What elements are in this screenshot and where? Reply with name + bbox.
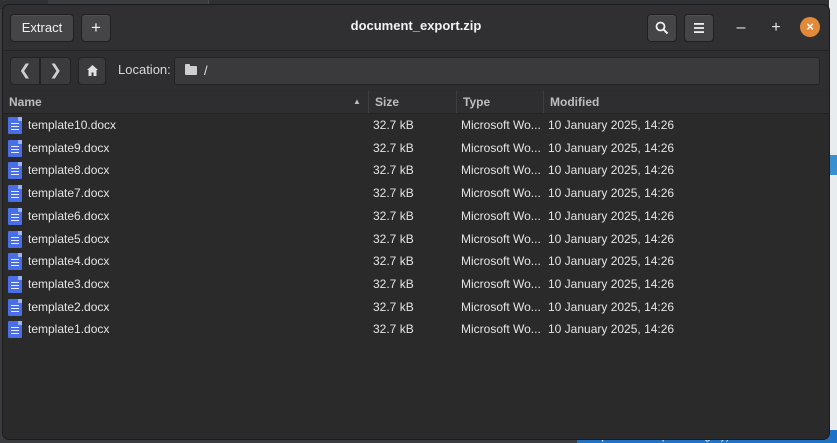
file-name: template7.docx xyxy=(28,186,110,201)
close-button[interactable]: × xyxy=(800,17,820,37)
file-type: Microsoft Wo... xyxy=(461,299,541,314)
menu-button[interactable] xyxy=(684,14,714,42)
document-icon xyxy=(8,253,22,271)
file-type: Microsoft Wo... xyxy=(461,231,541,246)
chevron-right-icon: ❯ xyxy=(49,62,62,79)
file-name: template9.docx xyxy=(28,140,110,155)
file-name: template2.docx xyxy=(28,299,110,314)
document-icon xyxy=(8,162,22,180)
column-size-header[interactable]: Size xyxy=(369,91,457,113)
document-icon xyxy=(8,185,22,203)
file-type: Microsoft Wo... xyxy=(461,322,541,337)
file-row[interactable]: template9.docx 32.7 kB Microsoft Wo... 10 J… xyxy=(3,137,829,159)
column-name-header[interactable]: Name ▲ xyxy=(3,91,369,113)
file-row[interactable]: template6.docx 32.7 kB Microsoft Wo... 10 J… xyxy=(3,205,829,227)
file-row[interactable]: template1.docx 32.7 kB Microsoft Wo... 10 J… xyxy=(3,318,829,340)
file-type: Microsoft Wo... xyxy=(461,254,541,269)
background-window-edge xyxy=(829,0,837,443)
minimize-button[interactable]: – xyxy=(730,17,752,39)
file-size: 32.7 kB xyxy=(373,231,414,246)
file-row[interactable]: template10.docx 32.7 kB Microsoft Wo... 10 … xyxy=(3,114,829,136)
file-name: template8.docx xyxy=(28,163,110,178)
sort-ascending-icon: ▲ xyxy=(353,97,361,106)
file-size: 32.7 kB xyxy=(373,208,414,223)
location-bar: ❮ ❯ Location: / xyxy=(3,51,829,90)
document-icon xyxy=(8,139,22,157)
file-size: 32.7 kB xyxy=(373,299,414,314)
file-type: Microsoft Wo... xyxy=(461,208,541,223)
background-highlight xyxy=(829,155,837,175)
forward-button[interactable]: ❯ xyxy=(40,57,71,85)
file-row[interactable]: template4.docx 32.7 kB Microsoft Wo... 10 J… xyxy=(3,250,829,272)
file-size: 32.7 kB xyxy=(373,322,414,337)
file-name: template10.docx xyxy=(28,118,117,132)
hamburger-icon xyxy=(694,23,704,33)
file-modified: 10 January 2025, 14:26 xyxy=(548,231,675,246)
column-name-label: Name xyxy=(9,95,42,109)
file-size: 32.7 kB xyxy=(373,254,414,269)
archive-manager-window: Extract + document_export.zip – + × ❮ ❯ xyxy=(3,5,829,439)
search-icon xyxy=(655,21,669,35)
file-name: template1.docx xyxy=(28,322,110,337)
file-modified: 10 January 2025, 14:26 xyxy=(548,208,675,223)
file-size: 32.7 kB xyxy=(373,163,414,178)
file-modified: 10 January 2025, 14:26 xyxy=(548,186,675,201)
file-name: template5.docx xyxy=(28,231,110,246)
extract-button[interactable]: Extract xyxy=(10,14,74,42)
file-modified: 10 January 2025, 14:26 xyxy=(548,276,675,291)
search-button[interactable] xyxy=(647,14,677,42)
file-modified: 10 January 2025, 14:26 xyxy=(548,163,675,178)
file-name: template4.docx xyxy=(28,254,110,269)
location-path-field[interactable]: / xyxy=(174,57,820,85)
home-button[interactable] xyxy=(78,57,106,85)
column-type-header[interactable]: Type xyxy=(457,91,544,113)
document-icon xyxy=(8,275,22,293)
document-icon xyxy=(8,298,22,316)
file-type: Microsoft Wo... xyxy=(461,186,541,201)
document-icon xyxy=(8,230,22,248)
file-modified: 10 January 2025, 14:26 xyxy=(548,254,675,269)
file-name: template6.docx xyxy=(28,208,110,223)
file-row[interactable]: template5.docx 32.7 kB Microsoft Wo... 10 J… xyxy=(3,228,829,250)
column-header-row: Name ▲ Size Type Modified xyxy=(3,91,829,114)
file-type: Microsoft Wo... xyxy=(461,163,541,178)
file-size: 32.7 kB xyxy=(373,140,414,155)
location-label: Location: xyxy=(118,62,171,77)
file-type: Microsoft Wo... xyxy=(461,118,541,132)
file-size: 32.7 kB xyxy=(373,276,414,291)
file-modified: 10 January 2025, 14:26 xyxy=(548,140,675,155)
add-files-button[interactable]: + xyxy=(81,14,111,42)
header-bar: Extract + document_export.zip – + × xyxy=(3,5,829,51)
file-row[interactable]: template7.docx 32.7 kB Microsoft Wo... 10 J… xyxy=(3,182,829,204)
file-type: Microsoft Wo... xyxy=(461,276,541,291)
file-size: 32.7 kB xyxy=(373,186,414,201)
home-icon xyxy=(86,65,98,76)
file-row[interactable]: template3.docx 32.7 kB Microsoft Wo... 10 J… xyxy=(3,273,829,295)
file-modified: 10 January 2025, 14:26 xyxy=(548,299,675,314)
file-name: template3.docx xyxy=(28,276,110,291)
file-list: Name ▲ Size Type Modified template10.doc… xyxy=(3,91,829,439)
location-path: / xyxy=(204,63,208,78)
column-modified-header[interactable]: Modified xyxy=(544,91,829,113)
document-icon xyxy=(8,117,22,134)
file-row[interactable]: template2.docx 32.7 kB Microsoft Wo... 10 J… xyxy=(3,296,829,318)
file-type: Microsoft Wo... xyxy=(461,140,541,155)
file-modified: 10 January 2025, 14:26 xyxy=(548,322,675,337)
document-icon xyxy=(8,321,22,339)
chevron-left-icon: ❮ xyxy=(18,62,32,79)
folder-icon xyxy=(185,64,197,75)
document-icon xyxy=(8,207,22,225)
file-size: 32.7 kB xyxy=(373,118,414,132)
back-button[interactable]: ❮ xyxy=(10,57,40,85)
file-row[interactable]: template8.docx 32.7 kB Microsoft Wo... 10 J… xyxy=(3,159,829,181)
maximize-button[interactable]: + xyxy=(765,17,787,39)
file-modified: 10 January 2025, 14:26 xyxy=(548,118,675,132)
